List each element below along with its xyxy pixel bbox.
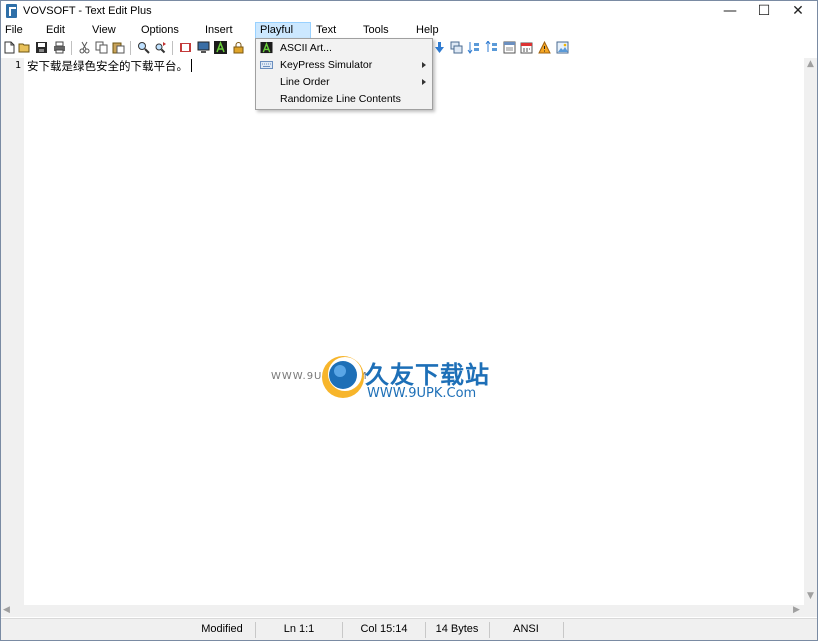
playful-menu-dropdown: ASCII Art... KeyPress Simulator Line Ord… — [255, 38, 433, 110]
menu-options[interactable]: Options — [137, 22, 183, 39]
scroll-up-arrow-icon[interactable]: ▲ — [807, 59, 814, 69]
status-divider — [489, 622, 490, 638]
save-icon[interactable] — [35, 41, 48, 54]
menu-item-label: KeyPress Simulator — [280, 59, 373, 71]
close-button[interactable]: ✕ — [782, 1, 814, 22]
copy-icon[interactable] — [95, 41, 108, 54]
replace-icon[interactable] — [154, 41, 167, 54]
menu-item-label: Line Order — [280, 76, 330, 88]
menu-insert[interactable]: Insert — [201, 22, 237, 39]
maximize-button[interactable]: ☐ — [748, 1, 780, 22]
calendar-icon[interactable] — [520, 41, 533, 54]
menu-view[interactable]: View — [88, 22, 120, 39]
line-number: 1 — [14, 60, 21, 71]
menu-playful[interactable]: Playful — [255, 22, 311, 39]
monitor-icon[interactable] — [197, 41, 210, 54]
app-window: VOVSOFT - Text Edit Plus — ☐ ✕ File Edit… — [0, 0, 818, 641]
menu-file[interactable]: File — [1, 22, 27, 39]
menu-item-line-order[interactable]: Line Order — [256, 74, 432, 91]
window-copy-icon[interactable] — [450, 41, 463, 54]
status-divider — [255, 622, 256, 638]
watermark-logo-icon — [322, 356, 364, 398]
minimize-button[interactable]: — — [714, 1, 746, 22]
scroll-right-arrow-icon[interactable]: ▶ — [793, 605, 800, 615]
lock-icon[interactable] — [232, 41, 245, 54]
status-bar: Modified Ln 1:1 Col 15:14 14 Bytes ANSI — [1, 618, 817, 640]
menu-item-label: Randomize Line Contents — [280, 93, 401, 105]
new-file-icon[interactable] — [3, 41, 16, 54]
line-number-gutter: 1 — [1, 58, 24, 605]
menu-edit[interactable]: Edit — [42, 22, 69, 39]
warning-icon[interactable] — [538, 41, 551, 54]
text-caret — [191, 59, 192, 72]
editor-text: 安下载是绿色安全的下载平台。 — [27, 59, 188, 73]
menu-tools[interactable]: Tools — [359, 22, 393, 39]
status-encoding: ANSI — [513, 623, 539, 635]
watermark: WWW.9UPK.COM 久友下载站 WWW.9UPK.Com — [271, 354, 511, 404]
editor-area[interactable]: 1 安下载是绿色安全的下载平台。 WWW.9UPK.COM 久友下载站 WWW.… — [1, 58, 817, 605]
toolbar-separator — [130, 41, 131, 55]
vertical-scrollbar[interactable]: ▲ ▼ — [804, 58, 817, 605]
horizontal-scrollbar[interactable]: ◀ ▶ — [1, 605, 817, 617]
keyboard-icon — [260, 61, 273, 69]
menu-item-keypress-simulator[interactable]: KeyPress Simulator — [256, 57, 432, 74]
menu-item-randomize-line-contents[interactable]: Randomize Line Contents — [256, 91, 432, 108]
app-logo-icon — [6, 4, 17, 18]
submenu-arrow-icon — [422, 79, 426, 85]
watermark-title: 久友下载站 — [365, 361, 490, 389]
sort-icon[interactable] — [467, 41, 480, 54]
submenu-arrow-icon — [422, 62, 426, 68]
arrow-down-icon[interactable] — [433, 41, 446, 54]
paste-icon[interactable] — [112, 41, 125, 54]
status-modified: Modified — [201, 623, 243, 635]
status-divider — [563, 622, 564, 638]
ascii-art-icon[interactable] — [214, 41, 227, 54]
editor-text-line[interactable]: 安下载是绿色安全的下载平台。 — [27, 58, 192, 74]
menu-item-ascii-art[interactable]: ASCII Art... — [256, 40, 432, 57]
toolbar-separator — [71, 41, 72, 55]
open-folder-icon[interactable] — [18, 41, 31, 54]
scroll-down-arrow-icon[interactable]: ▼ — [807, 591, 814, 601]
menu-item-label: ASCII Art... — [280, 42, 332, 54]
scroll-left-arrow-icon[interactable]: ◀ — [3, 605, 10, 615]
status-divider — [342, 622, 343, 638]
status-column: Col 15:14 — [360, 623, 408, 635]
menu-bar: File Edit View Options Insert Playful Te… — [1, 22, 817, 39]
cut-icon[interactable] — [78, 41, 91, 54]
watermark-url: WWW.9UPK.Com — [367, 386, 477, 401]
list-icon[interactable] — [503, 41, 516, 54]
window-title: VOVSOFT - Text Edit Plus — [23, 5, 152, 17]
title-bar[interactable]: VOVSOFT - Text Edit Plus — ☐ ✕ — [1, 1, 817, 22]
toolbar-separator — [172, 41, 173, 55]
ascii-art-icon — [260, 42, 273, 54]
sort-lines-icon[interactable] — [485, 41, 498, 54]
status-line: Ln 1:1 — [283, 623, 315, 635]
status-size: 14 Bytes — [435, 623, 479, 635]
print-icon[interactable] — [53, 41, 66, 54]
image-icon[interactable] — [556, 41, 569, 54]
status-divider — [425, 622, 426, 638]
menu-text[interactable]: Text — [312, 22, 340, 39]
find-icon[interactable] — [137, 41, 150, 54]
book-icon[interactable] — [179, 41, 192, 54]
menu-help[interactable]: Help — [412, 22, 443, 39]
